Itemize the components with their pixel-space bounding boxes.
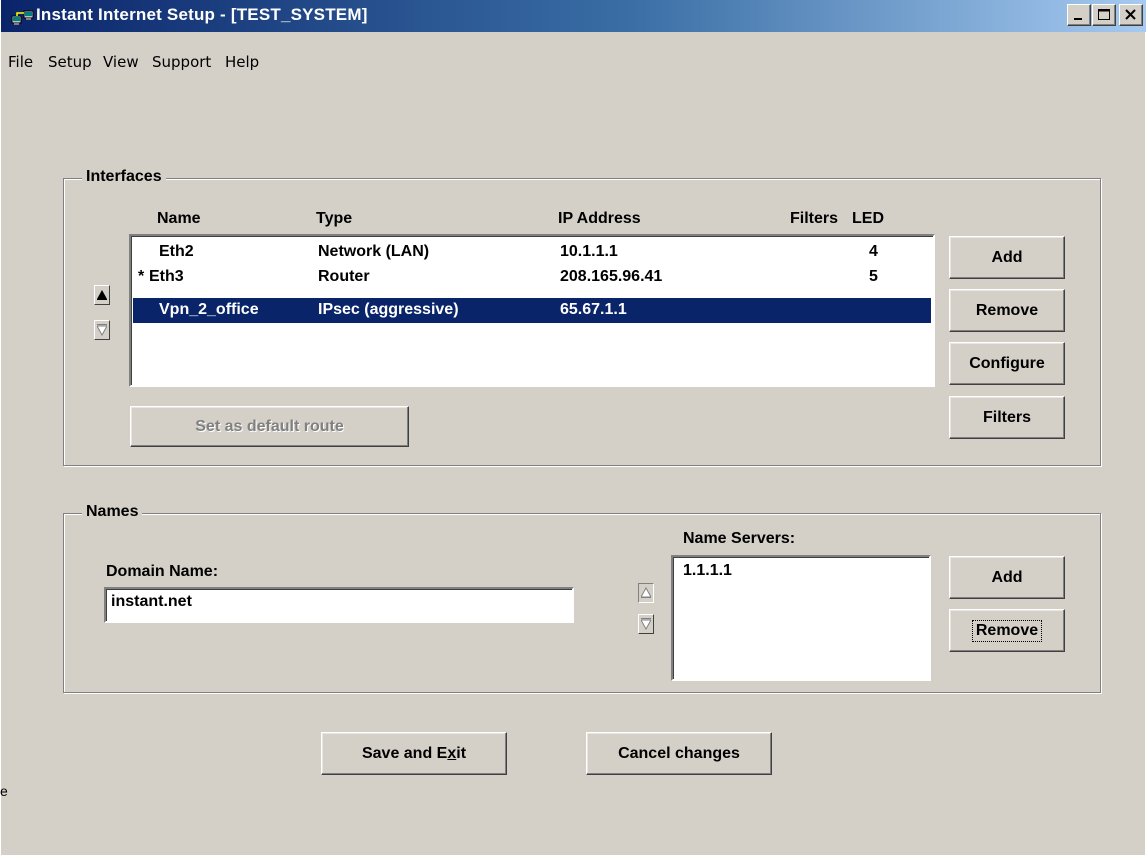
row-ip: 10.1.1.1 xyxy=(560,243,618,260)
interface-configure-button[interactable]: Configure xyxy=(949,342,1065,385)
table-row[interactable]: Eth2 Network (LAN) 10.1.1.1 4 xyxy=(133,240,931,265)
minimize-icon xyxy=(1074,18,1082,20)
name-server-value: 1.1.1.1 xyxy=(683,562,732,579)
row-ip: 65.67.1.1 xyxy=(560,301,627,318)
main-window: Instant Internet Setup - [TEST_SYSTEM] F… xyxy=(0,0,1146,855)
stray-character: e xyxy=(0,783,8,799)
network-app-icon xyxy=(11,10,34,25)
menu-bar: File Setup View Support Help xyxy=(1,32,1146,71)
move-up-button[interactable] xyxy=(94,285,110,305)
save-and-exit-button[interactable]: Save and Exit xyxy=(321,732,507,775)
cancel-changes-button[interactable]: Cancel changes xyxy=(586,732,772,775)
minimize-button[interactable] xyxy=(1067,4,1091,26)
name-server-add-label: Add xyxy=(991,568,1023,586)
name-server-remove-label: Remove xyxy=(971,619,1043,642)
title-bar[interactable]: Instant Internet Setup - [TEST_SYSTEM] xyxy=(1,0,1146,32)
interface-configure-label: Configure xyxy=(969,354,1045,372)
column-header-type: Type xyxy=(316,210,353,227)
row-type: Router xyxy=(318,268,370,285)
interface-remove-label: Remove xyxy=(975,301,1039,319)
triangle-down-icon xyxy=(641,618,651,630)
row-type: Network (LAN) xyxy=(318,243,430,260)
table-row[interactable]: * Eth3 Router 208.165.96.41 5 xyxy=(133,265,931,290)
triangle-down-icon xyxy=(97,324,107,336)
name-server-up-button[interactable] xyxy=(638,583,654,603)
column-header-led: LED xyxy=(852,210,884,227)
row-type: IPsec (aggressive) xyxy=(318,301,459,318)
row-ip: 208.165.96.41 xyxy=(560,268,663,285)
row-default-marker: * xyxy=(138,268,145,285)
domain-name-field[interactable]: instant.net xyxy=(104,587,574,623)
window-title: Instant Internet Setup - [TEST_SYSTEM] xyxy=(36,5,368,24)
set-default-route-label: Set as default route xyxy=(195,417,344,435)
menu-file[interactable]: File xyxy=(8,53,33,71)
table-row-selected[interactable]: Vpn_2_office IPsec (aggressive) 65.67.1.… xyxy=(133,298,931,323)
move-down-button[interactable] xyxy=(94,320,110,340)
column-header-ip-address: IP Address xyxy=(558,210,641,227)
interface-filters-button[interactable]: Filters xyxy=(949,396,1065,439)
interfaces-group-label: Interfaces xyxy=(82,168,166,186)
triangle-up-icon xyxy=(641,587,651,598)
names-group-label: Names xyxy=(82,503,143,521)
close-icon xyxy=(1125,9,1136,20)
cancel-changes-label: Cancel changes xyxy=(618,744,740,762)
interface-filters-label: Filters xyxy=(982,408,1031,426)
column-header-filters: Filters xyxy=(790,210,839,227)
triangle-up-icon xyxy=(97,290,107,300)
interface-remove-button[interactable]: Remove xyxy=(949,289,1065,332)
name-server-add-button[interactable]: Add xyxy=(949,556,1065,599)
name-servers-list[interactable]: 1.1.1.1 xyxy=(671,555,931,681)
interface-add-label: Add xyxy=(991,248,1023,266)
row-name: Vpn_2_office xyxy=(159,301,259,318)
row-led: 4 xyxy=(869,243,878,260)
menu-setup[interactable]: Setup xyxy=(48,53,92,71)
row-led: 5 xyxy=(869,268,878,285)
row-name: Eth2 xyxy=(159,243,194,260)
maximize-button[interactable] xyxy=(1092,4,1116,26)
interfaces-list[interactable]: Eth2 Network (LAN) 10.1.1.1 4 * Eth3 Rou… xyxy=(129,234,935,387)
menu-support[interactable]: Support xyxy=(152,53,211,71)
list-item[interactable]: 1.1.1.1 xyxy=(683,559,927,584)
save-and-exit-label: Save and Exit xyxy=(361,744,467,762)
name-servers-label: Name Servers: xyxy=(683,530,796,547)
set-default-route-button[interactable]: Set as default route xyxy=(130,406,409,447)
menu-view[interactable]: View xyxy=(103,53,139,71)
row-name: Eth3 xyxy=(149,268,184,285)
close-button[interactable] xyxy=(1119,4,1143,26)
menu-help[interactable]: Help xyxy=(225,53,259,71)
maximize-icon xyxy=(1098,9,1110,20)
name-server-down-button[interactable] xyxy=(638,614,654,634)
domain-name-label: Domain Name: xyxy=(106,563,219,580)
interface-add-button[interactable]: Add xyxy=(949,236,1065,279)
column-header-name: Name xyxy=(157,210,201,227)
name-server-remove-button[interactable]: Remove xyxy=(949,609,1065,652)
